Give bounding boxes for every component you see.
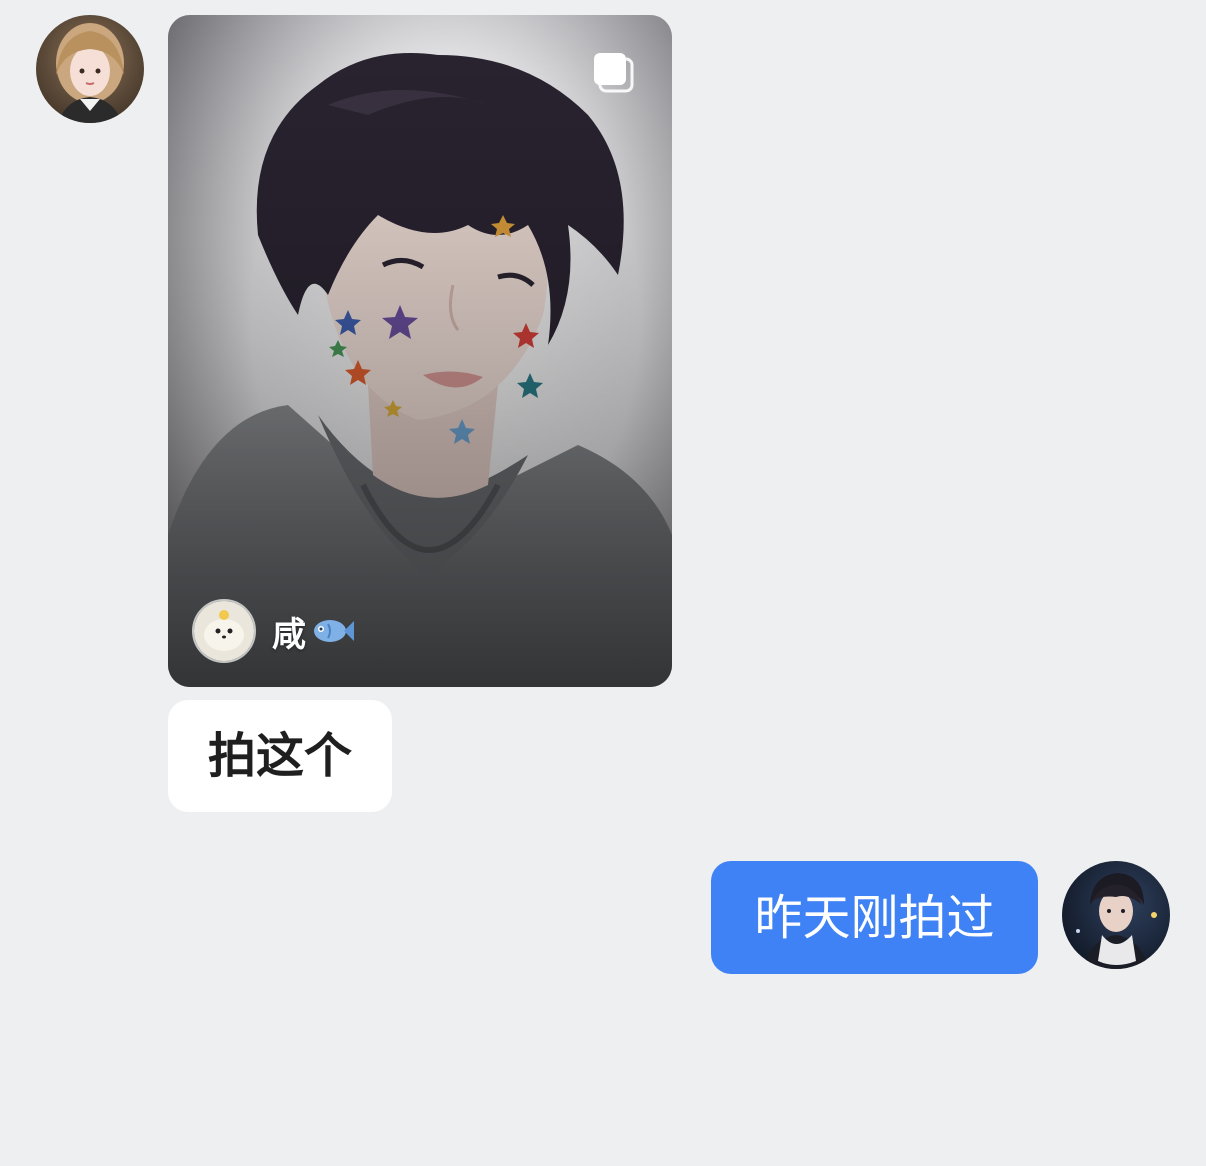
chat-conversation: 咸 拍这个 昨天刚拍过 bbox=[0, 0, 1206, 1166]
own-avatar-image bbox=[1062, 861, 1170, 969]
shared-post-card[interactable]: 咸 bbox=[168, 15, 672, 687]
outgoing-message-bubble[interactable]: 昨天刚拍过 bbox=[711, 861, 1038, 974]
fish-icon bbox=[314, 620, 354, 642]
post-cover-image bbox=[168, 15, 672, 687]
incoming-message-bubble[interactable]: 拍这个 bbox=[168, 700, 392, 812]
incoming-message-text: 拍这个 bbox=[207, 728, 352, 784]
post-author[interactable]: 咸 bbox=[192, 599, 354, 663]
contact-avatar[interactable] bbox=[36, 15, 144, 123]
own-avatar[interactable] bbox=[1062, 861, 1170, 969]
multi-image-icon bbox=[594, 53, 634, 93]
author-avatar[interactable] bbox=[192, 599, 256, 663]
author-name[interactable]: 咸 bbox=[272, 607, 306, 656]
author-avatar-image bbox=[194, 601, 254, 661]
outgoing-message-text: 昨天刚拍过 bbox=[754, 889, 995, 946]
contact-avatar-image bbox=[36, 15, 144, 123]
